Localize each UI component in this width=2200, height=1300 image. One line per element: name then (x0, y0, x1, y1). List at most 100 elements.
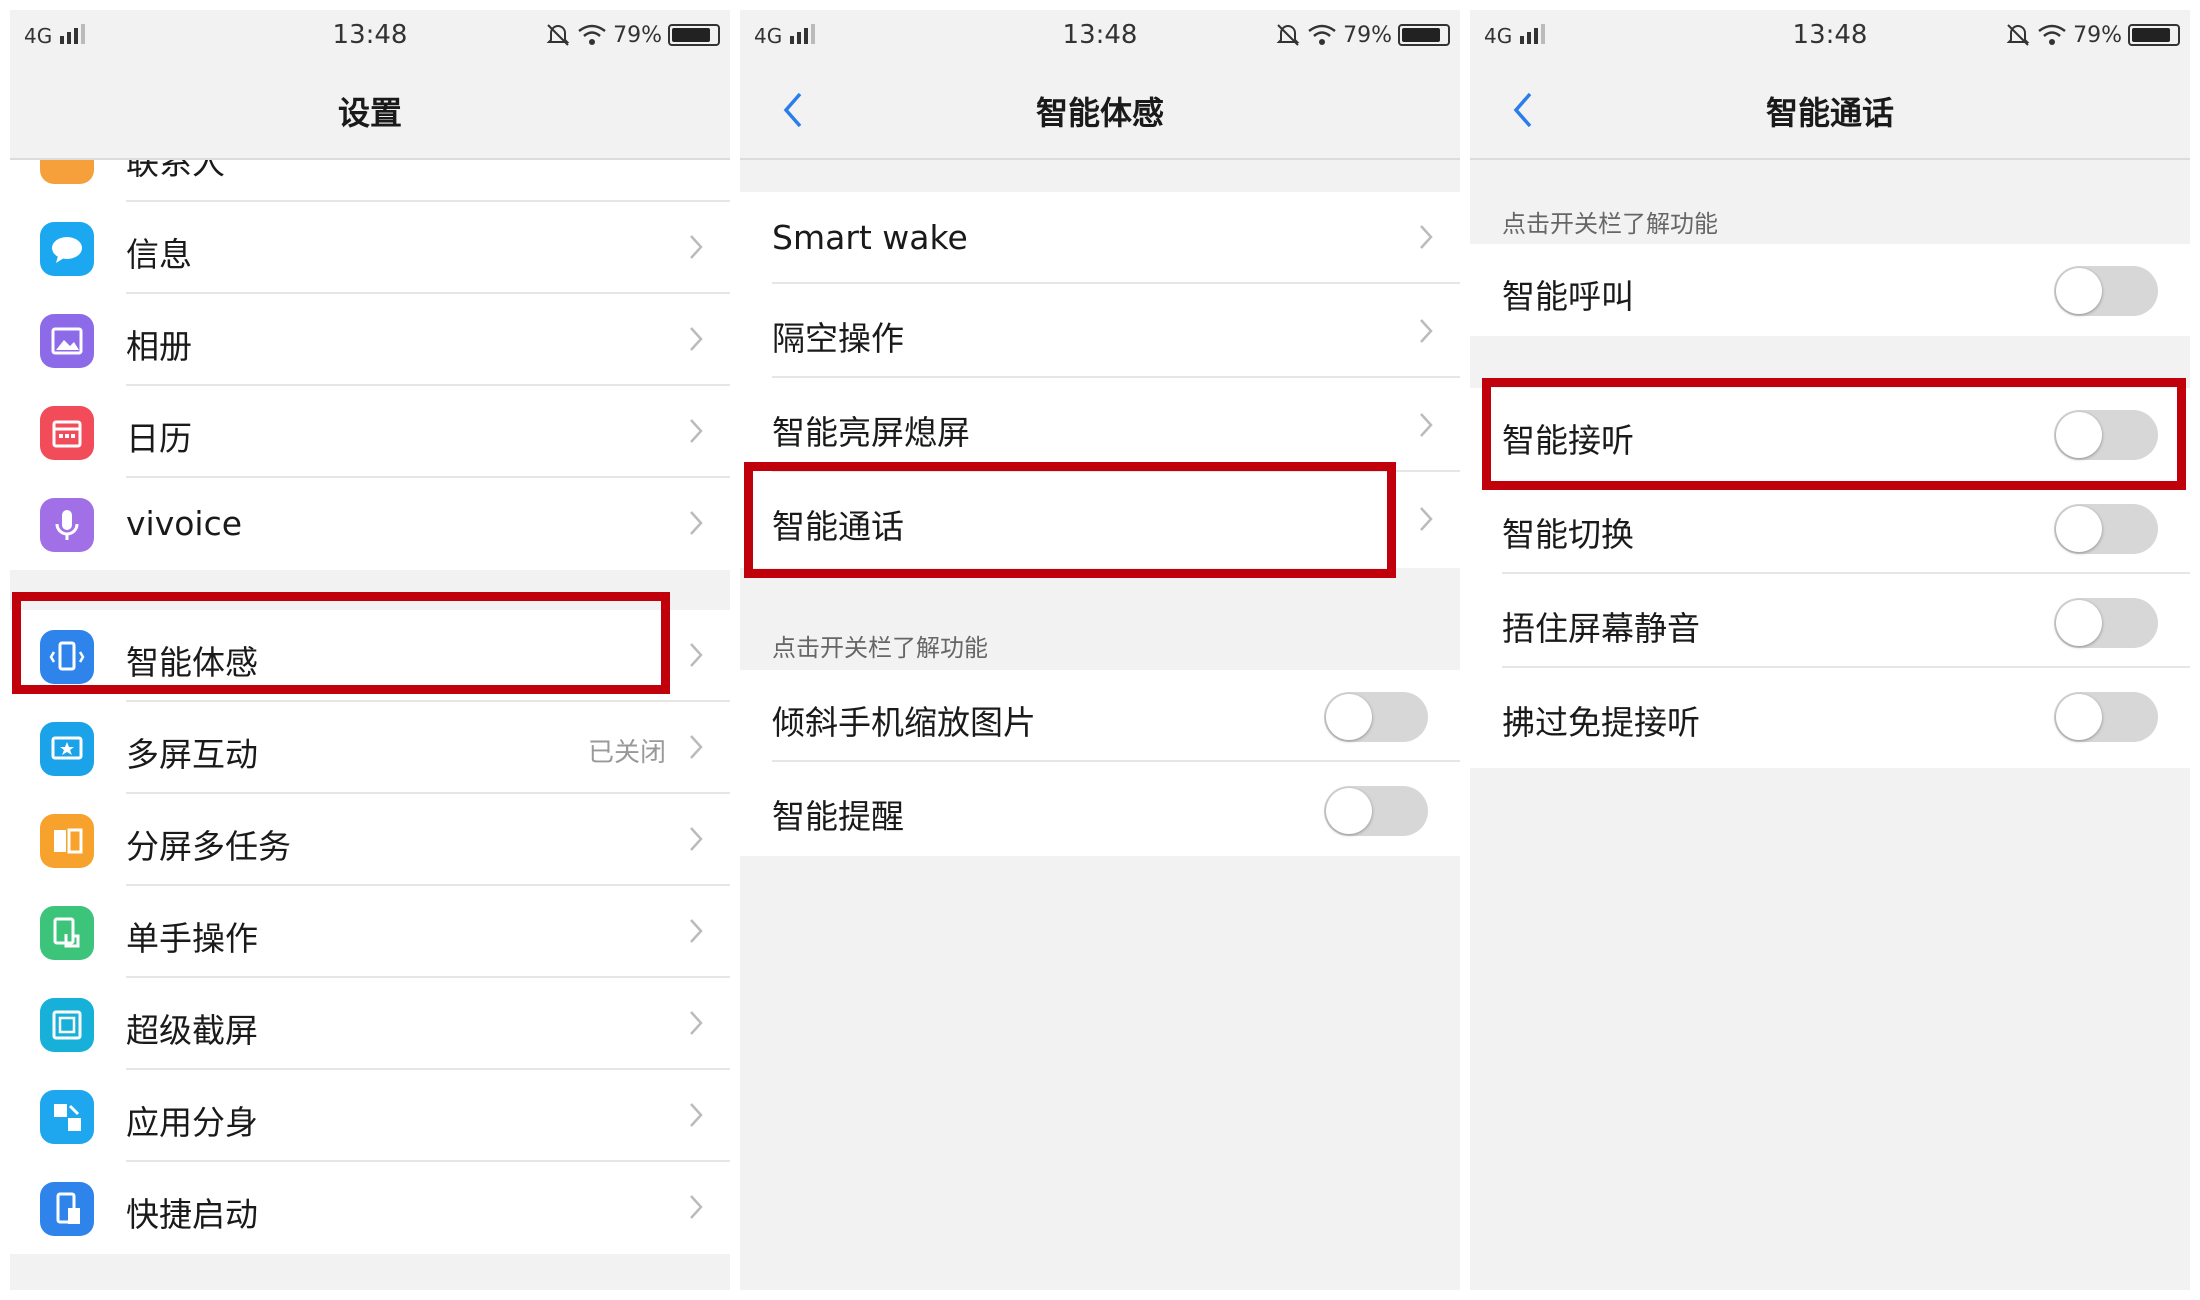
list-item-smart-screen[interactable]: 智能亮屏熄屏 (740, 380, 1460, 472)
title-bar: 设置 (10, 60, 730, 160)
status-text: 已关闭 (587, 738, 666, 768)
list-item-label: 信息 (126, 235, 192, 274)
battery-percent: 79% (2073, 22, 2122, 48)
calendar-icon (40, 406, 94, 460)
highlight-box (744, 462, 1396, 578)
album-icon (40, 314, 94, 368)
battery-icon (1398, 24, 1450, 46)
list-item-calendar[interactable]: 日历 (10, 386, 730, 478)
mute-bell-icon (546, 24, 570, 46)
chevron-right-icon (1420, 507, 1433, 531)
chevron-right-icon (690, 735, 703, 759)
list-item-label: 智能亮屏熄屏 (772, 413, 970, 452)
list-item-label: 捂住屏幕静音 (1502, 609, 1700, 648)
list-item-label: 相册 (126, 327, 192, 366)
highlight-box (1482, 378, 2186, 490)
battery-icon (2128, 24, 2180, 46)
list-item-label: 隔空操作 (772, 319, 904, 358)
page-title: 设置 (337, 94, 402, 132)
list-item-label: 多屏互动 (126, 735, 258, 774)
microphone-icon (40, 498, 94, 552)
list-item-label: 智能切换 (1502, 515, 1634, 554)
list-item-quick-launch[interactable]: 快捷启动 (10, 1162, 730, 1254)
list-item-label: 拂过免提接听 (1502, 703, 1700, 742)
list-item-app-clone[interactable]: 应用分身 (10, 1070, 730, 1162)
chevron-right-icon (690, 919, 703, 943)
split-screen-icon (40, 814, 94, 868)
chevron-right-icon (690, 235, 703, 259)
app-clone-icon (40, 1090, 94, 1144)
message-icon (40, 222, 94, 276)
chevron-right-icon (690, 327, 703, 351)
list-item-label: 应用分身 (126, 1103, 258, 1142)
list-item-vivoice[interactable]: vivoice (10, 478, 730, 570)
list-item-label: vivoice (126, 504, 243, 543)
title-bar: 智能通话 (1470, 60, 2190, 160)
toggle-row-tilt-zoom[interactable]: 倾斜手机缩放图片 (740, 670, 1460, 762)
list-item-one-hand[interactable]: 单手操作 (10, 886, 730, 978)
mute-bell-icon (2006, 24, 2030, 46)
list-item-label: 超级截屏 (126, 1011, 258, 1050)
smart-call-screen: 4G 13:48 79% 智能通话 点击开关栏了解功能 智能呼叫 智能接听 智能… (1470, 10, 2190, 1290)
chevron-right-icon (690, 1103, 703, 1127)
toggle-row-wave-speaker[interactable]: 拂过免提接听 (1470, 670, 2190, 762)
chevron-right-icon (690, 1011, 703, 1035)
list-item-label: 分屏多任务 (126, 827, 291, 866)
list-item-label: 智能呼叫 (1502, 277, 1634, 316)
wifi-icon (2038, 24, 2066, 45)
chevron-right-icon (690, 511, 703, 535)
toggle-list: 倾斜手机缩放图片 智能提醒 (740, 670, 1460, 856)
wifi-icon (578, 24, 606, 45)
battery-icon (668, 24, 720, 46)
settings-list-b: 智能体感 多屏互动 已关闭 分屏多任务 单手操作 超级截屏 应用分身 快捷启动 (10, 610, 730, 1254)
wave-speaker-toggle[interactable] (2054, 692, 2158, 742)
list-item-multiscreen[interactable]: 多屏互动 已关闭 (10, 702, 730, 794)
smart-motion-screen: 4G 13:48 79% 智能体感 Smart wake 隔空操作 智能亮屏熄屏 (740, 10, 1460, 1290)
screenshot-icon (40, 998, 94, 1052)
page-title: 智能体感 (1035, 94, 1164, 132)
mute-bell-icon (1276, 24, 1300, 46)
list-item-messages[interactable]: 信息 (10, 202, 730, 294)
list-item-label: 日历 (126, 419, 192, 458)
settings-screen: 4G 13:48 79% 设置 联系人 信息 相册 日历 vivoice 智能体… (10, 10, 730, 1290)
tilt-zoom-toggle[interactable] (1324, 692, 1428, 742)
hint-text: 点击开关栏了解功能 (1502, 210, 1718, 238)
toggle-row-smart-reminder[interactable]: 智能提醒 (740, 764, 1460, 856)
list-item-super-screenshot[interactable]: 超级截屏 (10, 978, 730, 1070)
quick-launch-icon (40, 1182, 94, 1236)
chevron-right-icon (690, 419, 703, 443)
one-hand-icon (40, 906, 94, 960)
battery-percent: 79% (613, 22, 662, 48)
smart-dial-toggle[interactable] (2054, 266, 2158, 316)
toggle-row-smart-dial[interactable]: 智能呼叫 (1470, 244, 2190, 336)
chevron-right-icon (690, 1195, 703, 1219)
chevron-right-icon (690, 643, 703, 667)
smart-reminder-toggle[interactable] (1324, 786, 1428, 836)
list-item-split-screen[interactable]: 分屏多任务 (10, 794, 730, 886)
list-item-air-gesture[interactable]: 隔空操作 (740, 286, 1460, 378)
toggle-list-a: 智能呼叫 (1470, 244, 2190, 336)
settings-list-a: 联系人 信息 相册 日历 vivoice (10, 130, 730, 570)
wifi-icon (1308, 24, 1336, 45)
list-item-label: Smart wake (772, 218, 968, 257)
chevron-right-icon (1420, 319, 1433, 343)
status-bar: 4G 13:48 79% (1470, 10, 2190, 60)
chevron-right-icon (690, 827, 703, 851)
smart-switch-toggle[interactable] (2054, 504, 2158, 554)
list-item-album[interactable]: 相册 (10, 294, 730, 386)
status-bar: 4G 13:48 79% (740, 10, 1460, 60)
title-bar: 智能体感 (740, 60, 1460, 160)
toggle-row-cover-mute[interactable]: 捂住屏幕静音 (1470, 576, 2190, 668)
highlight-box (12, 592, 670, 694)
multiscreen-icon (40, 722, 94, 776)
hint-text: 点击开关栏了解功能 (772, 634, 988, 662)
list-item-smart-wake[interactable]: Smart wake (740, 192, 1460, 284)
list-item-label: 智能提醒 (772, 797, 904, 836)
list-item-label: 单手操作 (126, 919, 258, 958)
toggle-row-smart-switch[interactable]: 智能切换 (1470, 482, 2190, 574)
chevron-right-icon (1420, 413, 1433, 437)
list-item-label: 快捷启动 (126, 1195, 258, 1234)
cover-mute-toggle[interactable] (2054, 598, 2158, 648)
list-item-label: 倾斜手机缩放图片 (772, 703, 1036, 742)
battery-percent: 79% (1343, 22, 1392, 48)
